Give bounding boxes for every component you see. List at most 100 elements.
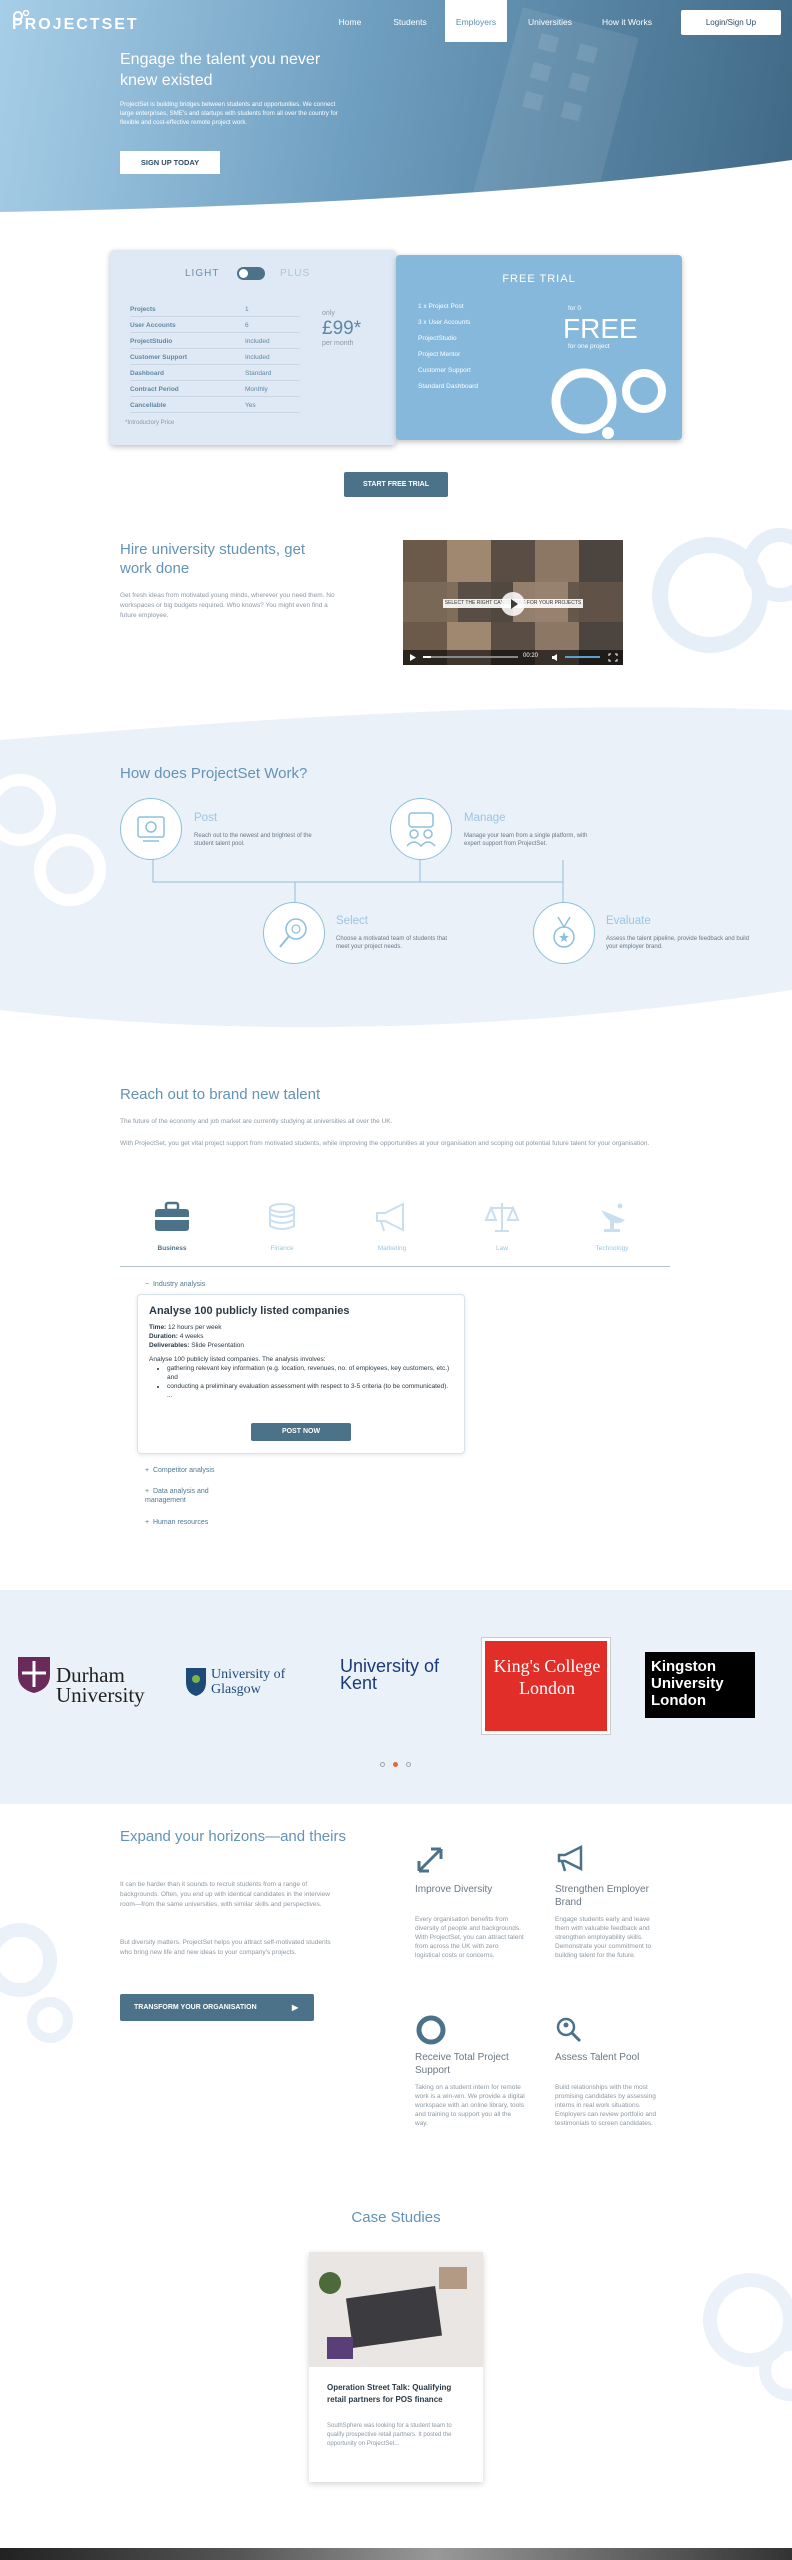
magnifier-person-icon xyxy=(556,2017,582,2043)
video-time: 00:20 xyxy=(523,653,539,659)
how-title: How does ProjectSet Work? xyxy=(120,765,308,782)
logo-icon xyxy=(13,10,30,21)
login-button[interactable]: Login/Sign Up xyxy=(681,10,781,35)
nav-how-it-works[interactable]: How it Works xyxy=(592,0,662,42)
accordion-human-resources[interactable]: + Human resources xyxy=(145,1519,208,1526)
megaphone-icon xyxy=(557,1844,583,1872)
pricing-row: User Accounts 6 xyxy=(130,318,300,333)
play-small-icon[interactable] xyxy=(408,653,418,662)
step-select-text: Choose a motivated team of students that… xyxy=(336,936,448,950)
video-player[interactable]: SELECT THE RIGHT CANDIDATES FOR YOUR PRO… xyxy=(403,540,623,665)
case-study-title: Operation Street Talk: Qualifying retail… xyxy=(327,2383,452,2404)
accordion-data-analysis[interactable]: + Data analysis and management xyxy=(145,1487,235,1505)
feature-support-title: Receive Total Project Support xyxy=(415,2052,509,2076)
price-suffix: per month xyxy=(322,340,354,347)
nav-students[interactable]: Students xyxy=(385,0,435,42)
accordion-competitor-analysis[interactable]: + Competitor analysis xyxy=(145,1467,214,1474)
durham-wordmark: Durham University xyxy=(56,1663,145,1707)
start-free-trial-button[interactable]: START FREE TRIAL xyxy=(344,472,448,497)
sign-up-button[interactable]: SIGN UP TODAY xyxy=(120,151,220,174)
logo-kings: King's College London xyxy=(481,1637,611,1735)
pricing-row-value: Included xyxy=(245,338,270,345)
pricing-row-value: Standard xyxy=(245,370,272,377)
feature-diversity-title: Improve Diversity xyxy=(415,1884,493,1895)
step-manage-circle xyxy=(390,798,452,860)
kent-wordmark: University of Kent xyxy=(340,1656,440,1693)
project-meta: Time: 12 hours per week Duration: 4 week… xyxy=(149,1324,245,1349)
pricing-row-label: User Accounts xyxy=(130,322,176,329)
accordion-label: Industry analysis xyxy=(152,1281,206,1288)
trial-feature: 1 x Project Post xyxy=(418,303,464,310)
play-icon xyxy=(511,599,518,609)
volume-icon[interactable] xyxy=(551,653,561,662)
plan-toggle[interactable] xyxy=(237,267,265,280)
carousel-dot-active[interactable] xyxy=(393,1762,398,1767)
step-evaluate-title: Evaluate xyxy=(606,915,651,927)
feature-assess-title: Assess Talent Pool xyxy=(555,2052,640,2063)
video-controls: 00:20 xyxy=(403,650,623,665)
expand-arrows-icon xyxy=(417,1847,443,1873)
category-marketing[interactable]: Marketing xyxy=(357,1245,427,1252)
durham-crest-icon xyxy=(18,1657,50,1693)
lifebuoy-icon xyxy=(416,2015,446,2045)
category-divider xyxy=(120,1266,670,1267)
glasgow-wordmark: University of Glasgow xyxy=(211,1667,286,1697)
circles-decoration-icon xyxy=(551,368,666,439)
pricing-row-value: 1 xyxy=(245,306,249,313)
carousel-dot[interactable] xyxy=(406,1762,411,1767)
pricing-row-label: Projects xyxy=(130,306,156,313)
toggle-plus-label: PLUS xyxy=(280,268,311,279)
reach-p1: The future of the economy and job market… xyxy=(120,1118,393,1125)
satellite-icon[interactable] xyxy=(593,1200,631,1234)
expand-title: Expand your horizons—and theirs xyxy=(120,1828,346,1845)
megaphone-icon[interactable] xyxy=(373,1200,411,1234)
nav-employers[interactable]: Employers xyxy=(445,0,507,42)
step-select-title: Select xyxy=(336,915,368,927)
volume-slider[interactable] xyxy=(565,656,600,658)
trial-feature: Standard Dashboard xyxy=(418,383,478,390)
briefcase-icon[interactable] xyxy=(153,1200,191,1234)
laptop-image xyxy=(345,2285,443,2349)
book-image xyxy=(327,2337,353,2359)
pricing-row: Customer Support Included xyxy=(130,350,300,365)
logo-durham: Durham University xyxy=(16,1655,156,1711)
nav-home[interactable]: Home xyxy=(330,0,370,42)
fullscreen-icon[interactable] xyxy=(608,653,618,662)
accordion-industry-analysis[interactable]: − Industry analysis xyxy=(145,1281,205,1288)
case-study-text: SouthSphere was looking for a student te… xyxy=(327,2423,452,2447)
logo[interactable]: PROJECTSET xyxy=(12,10,139,34)
carousel-dot[interactable] xyxy=(380,1762,385,1767)
reach-title: Reach out to brand new talent xyxy=(120,1086,321,1103)
arrow-right-icon: ▶ xyxy=(292,2003,299,2012)
coins-icon[interactable] xyxy=(263,1200,301,1234)
nav-universities[interactable]: Universities xyxy=(520,0,580,42)
toggle-knob xyxy=(239,269,248,278)
price-footnote: *Introductory Price xyxy=(125,420,175,426)
pricing-row: Dashboard Standard xyxy=(130,366,300,381)
play-button[interactable] xyxy=(501,592,525,616)
toggle-light-label: LIGHT xyxy=(185,268,220,279)
transform-organisation-button[interactable]: TRANSFORM YOUR ORGANISATION ▶ xyxy=(120,1994,314,2021)
expand-p1: It can be harder than it sounds to recru… xyxy=(120,1881,330,1908)
category-law[interactable]: Law xyxy=(467,1245,537,1252)
pricing-row-value: 6 xyxy=(245,322,249,329)
price-value: £99* xyxy=(322,318,362,339)
post-now-button[interactable]: POST NOW xyxy=(251,1423,351,1441)
category-technology[interactable]: Technology xyxy=(577,1245,647,1252)
accordion-label: Human resources xyxy=(152,1519,209,1526)
logo-glasgow: University of Glasgow xyxy=(185,1665,310,1705)
category-business[interactable]: Business xyxy=(137,1245,207,1252)
scales-icon[interactable] xyxy=(483,1200,521,1234)
circles-decoration-icon xyxy=(703,2273,792,2401)
category-finance[interactable]: Finance xyxy=(247,1245,317,1252)
trial-title: FREE TRIAL xyxy=(502,273,576,285)
case-study-card[interactable]: Operation Street Talk: Qualifying retail… xyxy=(309,2252,483,2482)
team-icon xyxy=(406,812,436,848)
step-evaluate-circle xyxy=(533,902,595,964)
case-study-image xyxy=(309,2252,483,2367)
progress-bar[interactable] xyxy=(423,656,518,658)
cup-image xyxy=(439,2267,467,2289)
step-evaluate-text: Assess the talent pipeline, provide feed… xyxy=(606,936,750,950)
project-bullet: gathering relevant key information (e.g.… xyxy=(167,1364,454,1382)
hero-body: ProjectSet is building bridges between s… xyxy=(120,101,338,126)
